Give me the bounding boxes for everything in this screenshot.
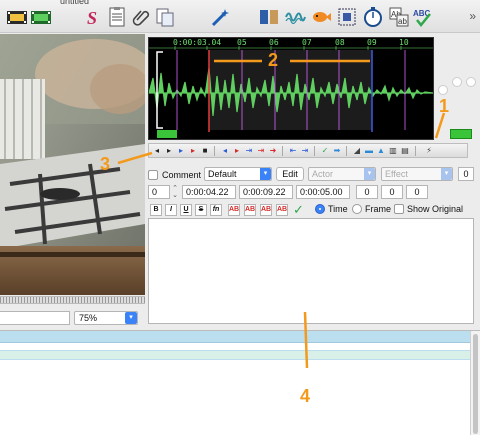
callout-1: 1 <box>439 96 450 116</box>
callout-2: 2 <box>268 50 279 70</box>
callout-4: 4 <box>300 386 311 406</box>
callout-overlay <box>117 59 446 369</box>
callout-3: 3 <box>100 154 111 174</box>
aegisub-window: untitled S Ab ab ABC » 75% ▾ 0:00:03.04 … <box>0 0 480 435</box>
